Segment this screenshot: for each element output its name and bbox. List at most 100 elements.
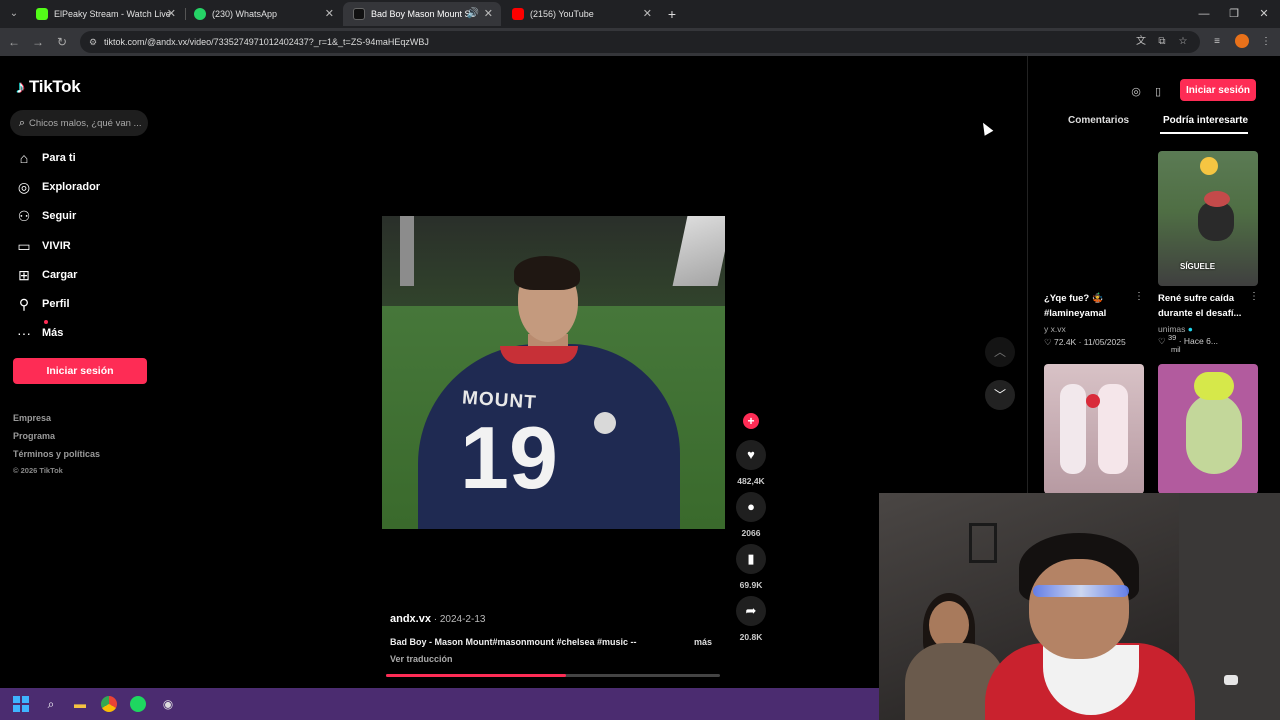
tab-youtube[interactable]: (2156) YouTube ✕: [502, 2, 660, 26]
nav-item-cargar[interactable]: ⊞ Cargar: [14, 264, 77, 286]
whatsapp-favicon-icon: [194, 8, 206, 20]
close-tab-icon[interactable]: ✕: [643, 2, 652, 26]
tab-suggested[interactable]: Podría interesarte: [1163, 115, 1248, 126]
media-controls-icon[interactable]: ≡: [1209, 34, 1225, 50]
chevron-up-icon: ︿: [993, 345, 1006, 359]
suggested-video-thumb[interactable]: [1044, 364, 1144, 494]
nav-item-explorador[interactable]: ◎ Explorador: [14, 176, 100, 198]
reload-button[interactable]: ↻: [52, 32, 72, 52]
new-tab-button[interactable]: +: [664, 4, 680, 24]
youtube-favicon-icon: [512, 8, 524, 20]
author-handle[interactable]: andx.vx: [390, 613, 431, 625]
translate-icon[interactable]: 文: [1134, 35, 1148, 49]
bookmark-icon: ▮: [747, 551, 755, 566]
footer-link-terms[interactable]: Términos y políticas: [13, 449, 100, 459]
address-bar[interactable]: ⚙ tiktok.com/@andx.vx/video/733527497101…: [80, 31, 1200, 53]
file-explorer-icon[interactable]: ▬: [72, 696, 88, 712]
install-app-icon[interactable]: ⧉: [1155, 35, 1169, 49]
nav-item-para-ti[interactable]: ⌂ Para ti: [14, 147, 76, 169]
follow-plus-button[interactable]: +: [743, 413, 759, 429]
like-button[interactable]: ♥: [736, 440, 766, 470]
spotify-icon[interactable]: [130, 696, 146, 712]
nav-item-mas[interactable]: ··· Más: [14, 320, 63, 344]
active-tab-underline: [1160, 132, 1248, 134]
webcam-glasses-reflection: [1033, 585, 1129, 597]
video-player[interactable]: MOUNT 19: [382, 216, 725, 529]
next-video-button[interactable]: ﹀: [985, 380, 1015, 410]
webcam-overlay: [879, 493, 1280, 720]
footer-link-empresa[interactable]: Empresa: [13, 413, 51, 423]
browser-menu-icon[interactable]: ⋮: [1258, 34, 1274, 50]
card-menu-icon[interactable]: ⋮: [1249, 291, 1259, 302]
nav-item-vivir[interactable]: ▭ VIVIR: [14, 235, 70, 257]
login-button-sidebar[interactable]: Iniciar sesión: [13, 358, 147, 384]
previous-video-button[interactable]: ︿: [985, 337, 1015, 367]
windows-start-icon[interactable]: [13, 696, 29, 712]
thumb-person: [1198, 201, 1234, 241]
suggested-video-thumb[interactable]: [1158, 364, 1258, 494]
card-menu-icon[interactable]: ⋮: [1134, 291, 1144, 302]
close-tab-icon[interactable]: ✕: [484, 2, 493, 26]
thumb-person: [1098, 384, 1128, 474]
restore-button[interactable]: ❐: [1220, 4, 1248, 24]
back-button[interactable]: ←: [4, 32, 24, 52]
thumb-person: [1060, 384, 1086, 474]
video-caption: Bad Boy - Mason Mount#masonmount #chelse…: [390, 637, 637, 647]
site-info-icon[interactable]: ⚙: [87, 36, 99, 48]
mouse-cursor-icon: [978, 120, 994, 136]
bookmark-star-icon[interactable]: ☆: [1176, 35, 1190, 49]
login-button-header[interactable]: Iniciar sesión: [1180, 79, 1256, 101]
post-date: · 2024-2-13: [430, 614, 486, 625]
webcam-person-front-face: [1029, 559, 1129, 659]
close-tab-icon[interactable]: ✕: [167, 2, 176, 26]
live-icon: ▭: [17, 238, 31, 254]
save-button[interactable]: ▮: [736, 544, 766, 574]
suggested-video-title[interactable]: René sufre caída durante el desafí...: [1158, 291, 1250, 321]
comment-button[interactable]: ●: [736, 492, 766, 522]
minimize-button[interactable]: —: [1190, 4, 1218, 24]
nav-item-seguir[interactable]: ⚇ Seguir: [14, 205, 77, 227]
tab-whatsapp[interactable]: (230) WhatsApp ✕: [184, 2, 342, 26]
get-app-icon[interactable]: ▯: [1150, 84, 1166, 100]
tab-tiktok-active[interactable]: Bad Boy Mason Mount Son 🔊 ✕: [343, 2, 501, 26]
url-text[interactable]: tiktok.com/@andx.vx/video/73352749710124…: [104, 31, 429, 53]
tiktok-favicon-icon: [353, 8, 365, 20]
suggested-video-title[interactable]: ¿Yqe fue? 🤹 #lamineyamal: [1044, 291, 1136, 321]
suggested-video-thumb[interactable]: SÍGUELE: [1158, 151, 1258, 286]
translate-link[interactable]: Ver traducción: [390, 654, 453, 664]
caption-more-link[interactable]: más: [694, 637, 712, 647]
tiktok-logo[interactable]: ♪ TikTok: [16, 76, 81, 98]
tab-comments[interactable]: Comentarios: [1068, 115, 1129, 126]
webcam-person-back-face: [929, 601, 969, 649]
os-taskbar: ⌕ ▬ ◉: [0, 688, 879, 720]
video-author[interactable]: andx.vx · 2024-2-13: [390, 613, 485, 625]
obs-icon[interactable]: ◉: [160, 696, 176, 712]
search-icon[interactable]: ⌕: [15, 116, 29, 130]
close-window-button[interactable]: ✕: [1250, 4, 1278, 24]
share-button[interactable]: ➦: [736, 596, 766, 626]
heart-icon: ♥: [747, 447, 755, 462]
suggested-video-thumb[interactable]: [1044, 151, 1144, 286]
home-icon: ⌂: [19, 150, 29, 166]
search-input[interactable]: [29, 113, 145, 133]
thumb-object-top: [1194, 372, 1234, 400]
chrome-icon[interactable]: [101, 696, 117, 712]
search-box[interactable]: ⌕: [10, 110, 148, 136]
suggested-video-author[interactable]: y x.vx: [1044, 324, 1066, 334]
tab-search-icon[interactable]: ⌄: [6, 6, 22, 22]
audio-playing-icon[interactable]: 🔊: [467, 2, 479, 26]
notification-dot: [44, 320, 48, 324]
more-icon: ···: [17, 325, 31, 341]
nav-item-perfil[interactable]: ⚲ Perfil: [14, 293, 70, 315]
footer-copyright: © 2026 TikTok: [13, 466, 63, 475]
like-count: 482,4K: [737, 476, 765, 486]
tab-kick-stream[interactable]: ElPeaky Stream - Watch Live on ✕: [26, 2, 184, 26]
search-icon[interactable]: ⌕: [43, 696, 59, 712]
forward-button[interactable]: →: [28, 32, 48, 52]
close-tab-icon[interactable]: ✕: [325, 2, 334, 26]
heart-outline-icon: ♡: [1158, 336, 1166, 346]
explore-compass-icon[interactable]: ◎: [1128, 84, 1144, 100]
tiktok-note-icon: ♪: [16, 76, 25, 97]
profile-avatar[interactable]: [1235, 34, 1249, 48]
footer-link-programa[interactable]: Programa: [13, 431, 55, 441]
